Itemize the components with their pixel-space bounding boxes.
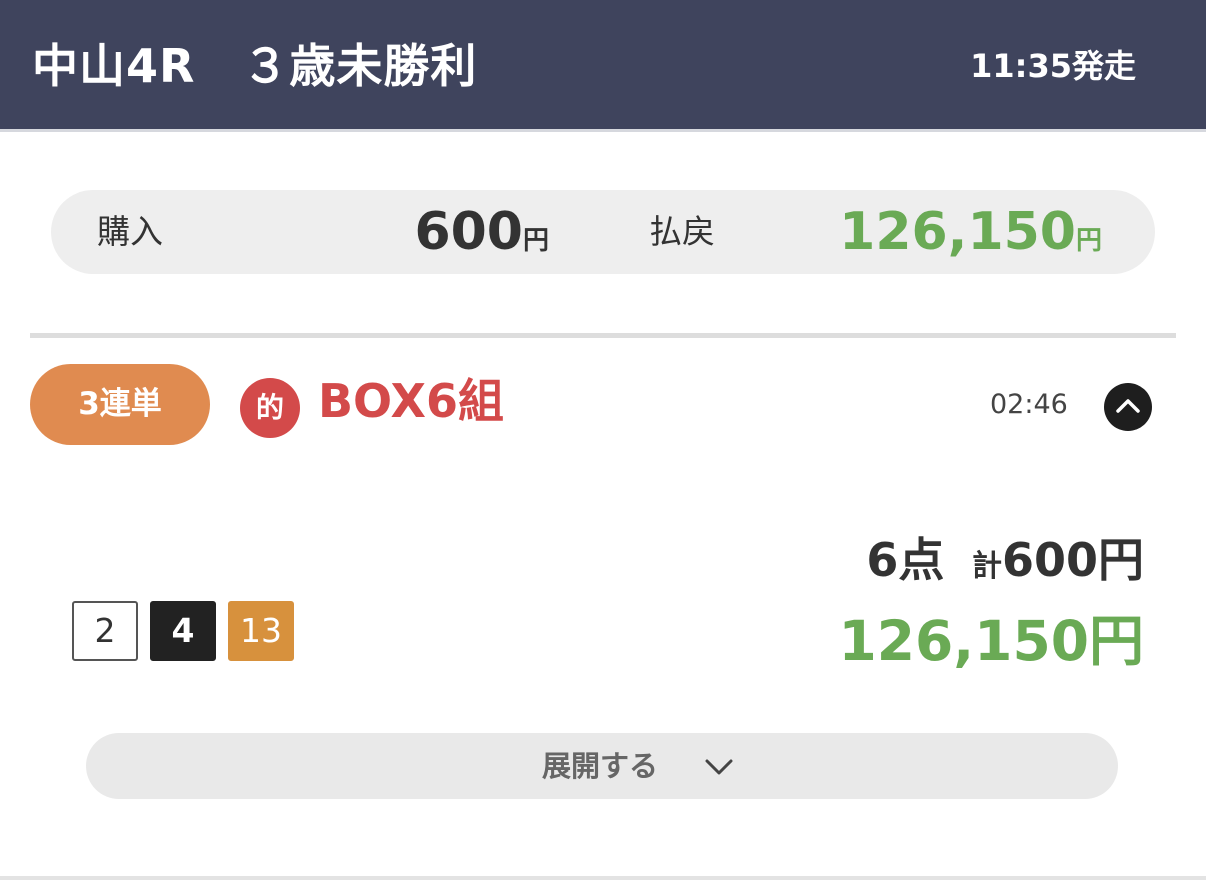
summary-bar: 購入 600円 払戻 126,150円 xyxy=(51,190,1155,274)
bet-title: BOX6組 xyxy=(318,374,504,428)
purchase-amount-value: 600 xyxy=(414,202,523,262)
horse-number: 13 xyxy=(228,601,294,661)
chevron-down-icon xyxy=(705,759,733,775)
payout-amount-unit: 円 xyxy=(1075,226,1102,256)
bottom-divider xyxy=(0,876,1206,880)
chevron-up-icon xyxy=(1116,399,1140,413)
race-header: 中山4R ３歳未勝利 11:35発走 xyxy=(0,0,1206,132)
purchase-amount-unit: 円 xyxy=(522,226,549,256)
race-title: 中山4R ３歳未勝利 xyxy=(32,39,478,93)
total-prefix: 計 xyxy=(971,549,1002,584)
bet-payout: 126,150円 xyxy=(838,609,1144,673)
payout-label: 払戻 xyxy=(649,212,715,251)
section-divider xyxy=(30,333,1176,338)
horse-number: 4 xyxy=(150,601,216,661)
hit-badge: 的 xyxy=(240,378,300,438)
horse-number: 2 xyxy=(72,601,138,661)
expand-button[interactable]: 展開する xyxy=(86,733,1118,799)
bet-total: 600円 xyxy=(1001,533,1144,587)
payout-amount-value: 126,150 xyxy=(839,202,1076,262)
bet-type-badge: 3連単 xyxy=(30,364,210,445)
expand-label: 展開する xyxy=(542,749,659,783)
collapse-button[interactable] xyxy=(1104,383,1152,431)
bet-points-total: 6点 計600円 xyxy=(866,530,1144,601)
bet-time: 02:46 xyxy=(990,389,1068,420)
purchase-label: 購入 xyxy=(97,212,163,251)
purchase-amount: 600円 xyxy=(414,200,549,273)
payout-amount: 126,150円 xyxy=(839,200,1102,273)
bet-points: 6点 xyxy=(866,533,945,587)
post-time: 11:35発走 xyxy=(970,47,1136,85)
